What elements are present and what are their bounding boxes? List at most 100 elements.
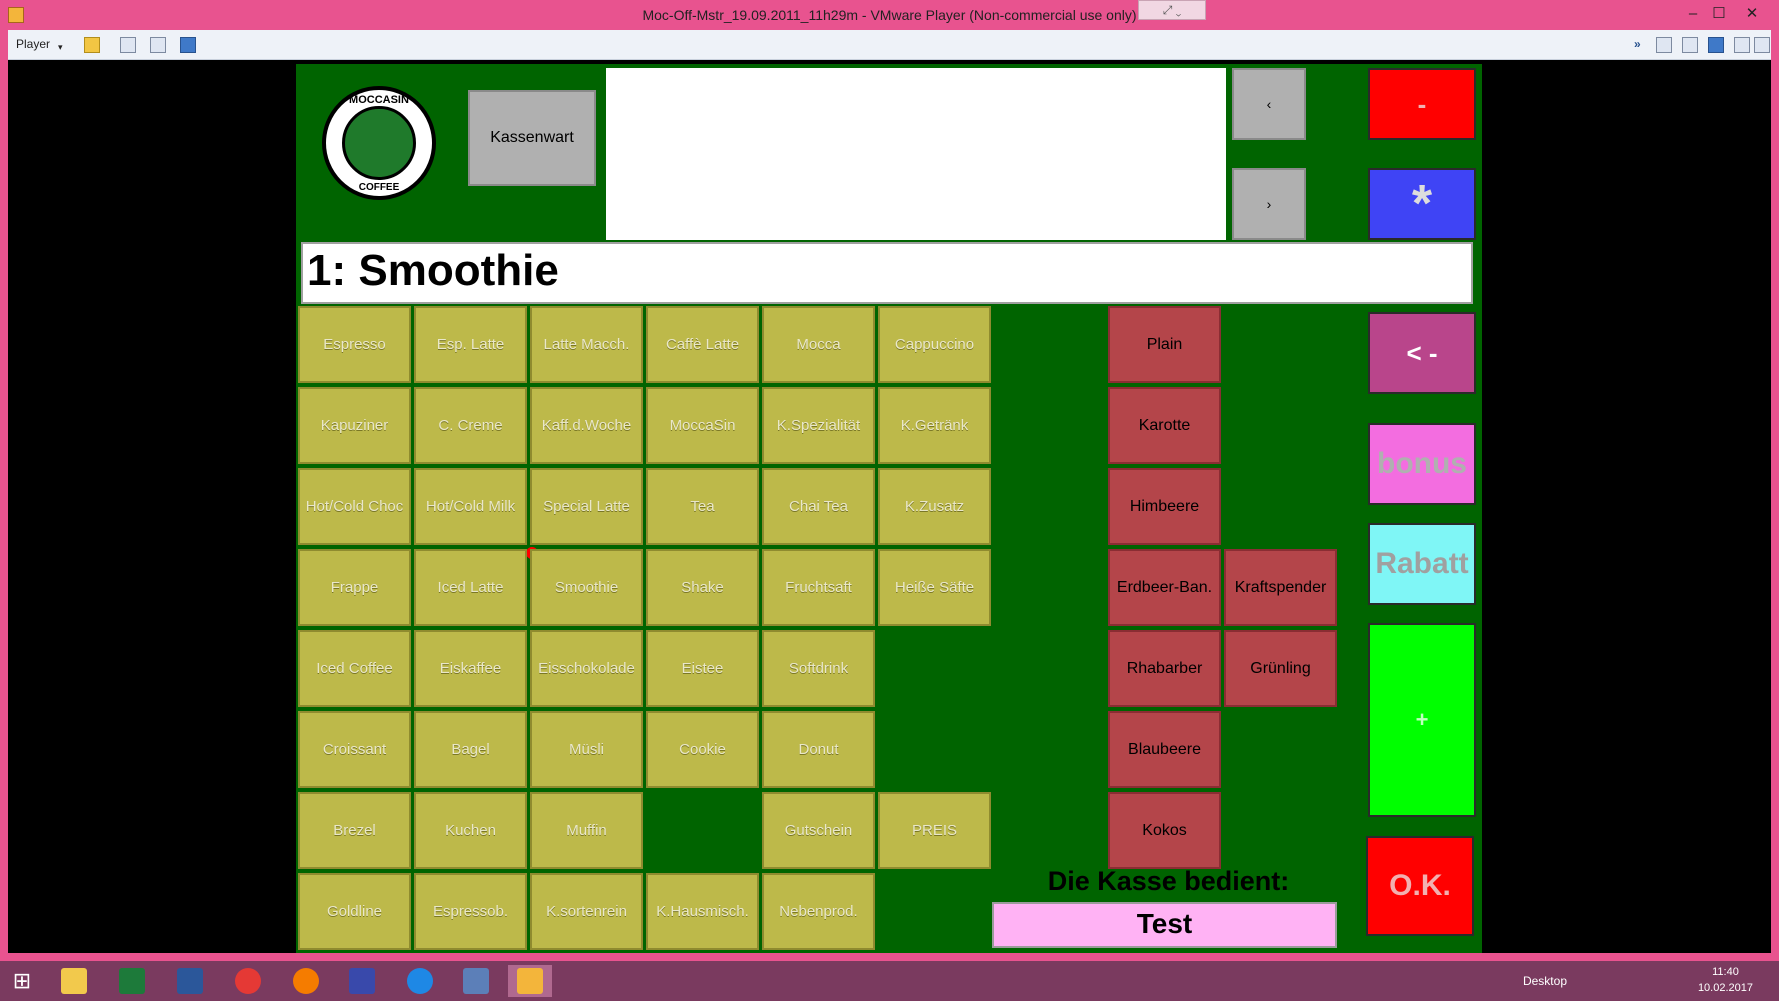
product-button[interactable]: Nebenprod.: [762, 873, 875, 950]
product-button[interactable]: Donut: [762, 711, 875, 788]
product-button[interactable]: Brezel: [298, 792, 411, 869]
flavor-button[interactable]: Kokos: [1108, 792, 1221, 869]
product-button[interactable]: Iced Latte: [414, 549, 527, 626]
product-button[interactable]: Heiße Säfte: [878, 549, 991, 626]
product-button[interactable]: Bagel: [414, 711, 527, 788]
taskbar-app[interactable]: [454, 965, 498, 997]
current-item-bar: 1: Smoothie: [301, 242, 1473, 304]
product-button[interactable]: C. Creme: [414, 387, 527, 464]
product-button[interactable]: Eistee: [646, 630, 759, 707]
bonus-button[interactable]: bonus: [1368, 423, 1476, 505]
product-button[interactable]: Frappe: [298, 549, 411, 626]
product-button[interactable]: Kaff.d.Woche: [530, 387, 643, 464]
taskbar-ie[interactable]: [398, 965, 442, 997]
product-button[interactable]: Goldline: [298, 873, 411, 950]
device-printer-icon[interactable]: [1734, 37, 1750, 53]
system-tray: Desktop 11:40 10.02.2017: [1467, 961, 1767, 1001]
clock[interactable]: 11:40 10.02.2017: [1698, 964, 1753, 996]
chevron-right-icon[interactable]: »: [1634, 37, 1650, 53]
device-usb-icon[interactable]: [1754, 37, 1770, 53]
product-button[interactable]: Esp. Latte: [414, 306, 527, 383]
start-button[interactable]: ⊞: [0, 965, 44, 997]
product-button[interactable]: Kuchen: [414, 792, 527, 869]
taskbar-explorer[interactable]: [52, 965, 96, 997]
plus-button[interactable]: +: [1368, 623, 1476, 817]
excel-icon: [119, 968, 145, 994]
flavor-button[interactable]: Plain: [1108, 306, 1221, 383]
player-menu[interactable]: Player: [16, 37, 50, 51]
chevron-down-icon[interactable]: ▾: [58, 42, 66, 52]
product-button[interactable]: K.sortenrein: [530, 873, 643, 950]
flavor-button[interactable]: Grünling: [1224, 630, 1337, 707]
desktop-toolbar-label[interactable]: Desktop: [1523, 974, 1567, 988]
rabatt-button[interactable]: Rabatt: [1368, 523, 1476, 605]
device-hdd-icon[interactable]: [1656, 37, 1672, 53]
flavor-button[interactable]: Blaubeere: [1108, 711, 1221, 788]
chrome-icon: [235, 968, 261, 994]
product-button[interactable]: K.Hausmisch.: [646, 873, 759, 950]
product-button[interactable]: Müsli: [530, 711, 643, 788]
fullscreen-icon[interactable]: [150, 37, 166, 53]
receipt-display: [606, 68, 1226, 240]
product-button[interactable]: Caffè Latte: [646, 306, 759, 383]
minimize-button[interactable]: –: [1680, 4, 1706, 24]
operator-button[interactable]: Kassenwart: [468, 90, 596, 186]
product-button[interactable]: Hot/Cold Milk: [414, 468, 527, 545]
product-button[interactable]: Chai Tea: [762, 468, 875, 545]
minus-button[interactable]: -: [1368, 68, 1476, 140]
flavor-button[interactable]: Erdbeer-Ban.: [1108, 549, 1221, 626]
taskbar-firefox[interactable]: [284, 965, 328, 997]
product-button[interactable]: Softdrink: [762, 630, 875, 707]
product-button[interactable]: Hot/Cold Choc: [298, 468, 411, 545]
product-button[interactable]: Mocca: [762, 306, 875, 383]
product-button[interactable]: Eisschokolade: [530, 630, 643, 707]
product-button[interactable]: Latte Macch.: [530, 306, 643, 383]
moccasin-logo: MOCCASIN COFFEE: [322, 86, 436, 200]
product-button[interactable]: PREIS: [878, 792, 991, 869]
send-ctrl-alt-del-icon[interactable]: [120, 37, 136, 53]
nav-prev-button[interactable]: ‹: [1232, 68, 1306, 140]
product-button[interactable]: Muffin: [530, 792, 643, 869]
product-button[interactable]: Kapuziner: [298, 387, 411, 464]
taskbar-word[interactable]: [168, 965, 212, 997]
maximize-button[interactable]: ☐: [1706, 4, 1732, 24]
ok-button[interactable]: O.K.: [1366, 836, 1474, 936]
star-button[interactable]: *: [1368, 168, 1476, 240]
product-button[interactable]: Gutschein: [762, 792, 875, 869]
product-button[interactable]: Iced Coffee: [298, 630, 411, 707]
product-button[interactable]: Croissant: [298, 711, 411, 788]
taskbar-vmware[interactable]: [508, 965, 552, 997]
product-button[interactable]: Cookie: [646, 711, 759, 788]
product-button[interactable]: MoccaSin: [646, 387, 759, 464]
overlay-tab[interactable]: ⤢ ⌄: [1138, 0, 1206, 20]
windows-start-icon: ⊞: [12, 968, 32, 993]
flavor-button[interactable]: Karotte: [1108, 387, 1221, 464]
product-button[interactable]: Smoothie: [530, 549, 643, 626]
flavor-button[interactable]: Rhabarber: [1108, 630, 1221, 707]
flavor-button[interactable]: Kraftspender: [1224, 549, 1337, 626]
product-button[interactable]: Espresso: [298, 306, 411, 383]
product-button[interactable]: K.Getränk: [878, 387, 991, 464]
product-button[interactable]: Special Latte: [530, 468, 643, 545]
product-button[interactable]: Fruchtsaft: [762, 549, 875, 626]
backspace-button[interactable]: < -: [1368, 312, 1476, 394]
product-button[interactable]: Shake: [646, 549, 759, 626]
unity-icon[interactable]: [180, 37, 196, 53]
pos-app: MOCCASIN COFFEE Kassenwart ‹ › 1: Smooth…: [296, 64, 1482, 953]
taskbar-chrome[interactable]: [226, 965, 270, 997]
logo-top-text: MOCCASIN: [349, 94, 409, 106]
device-network-icon[interactable]: [1708, 37, 1724, 53]
product-button[interactable]: Cappuccino: [878, 306, 991, 383]
product-button[interactable]: Eiskaffee: [414, 630, 527, 707]
taskbar-save[interactable]: [340, 965, 384, 997]
product-button[interactable]: Espressob.: [414, 873, 527, 950]
product-button[interactable]: Tea: [646, 468, 759, 545]
product-button[interactable]: K.Spezialität: [762, 387, 875, 464]
product-button[interactable]: K.Zusatz: [878, 468, 991, 545]
close-button[interactable]: ✕: [1739, 4, 1765, 24]
nav-next-button[interactable]: ›: [1232, 168, 1306, 240]
pause-icon[interactable]: [84, 37, 100, 53]
device-cd-icon[interactable]: [1682, 37, 1698, 53]
flavor-button[interactable]: Himbeere: [1108, 468, 1221, 545]
taskbar-excel[interactable]: [110, 965, 154, 997]
